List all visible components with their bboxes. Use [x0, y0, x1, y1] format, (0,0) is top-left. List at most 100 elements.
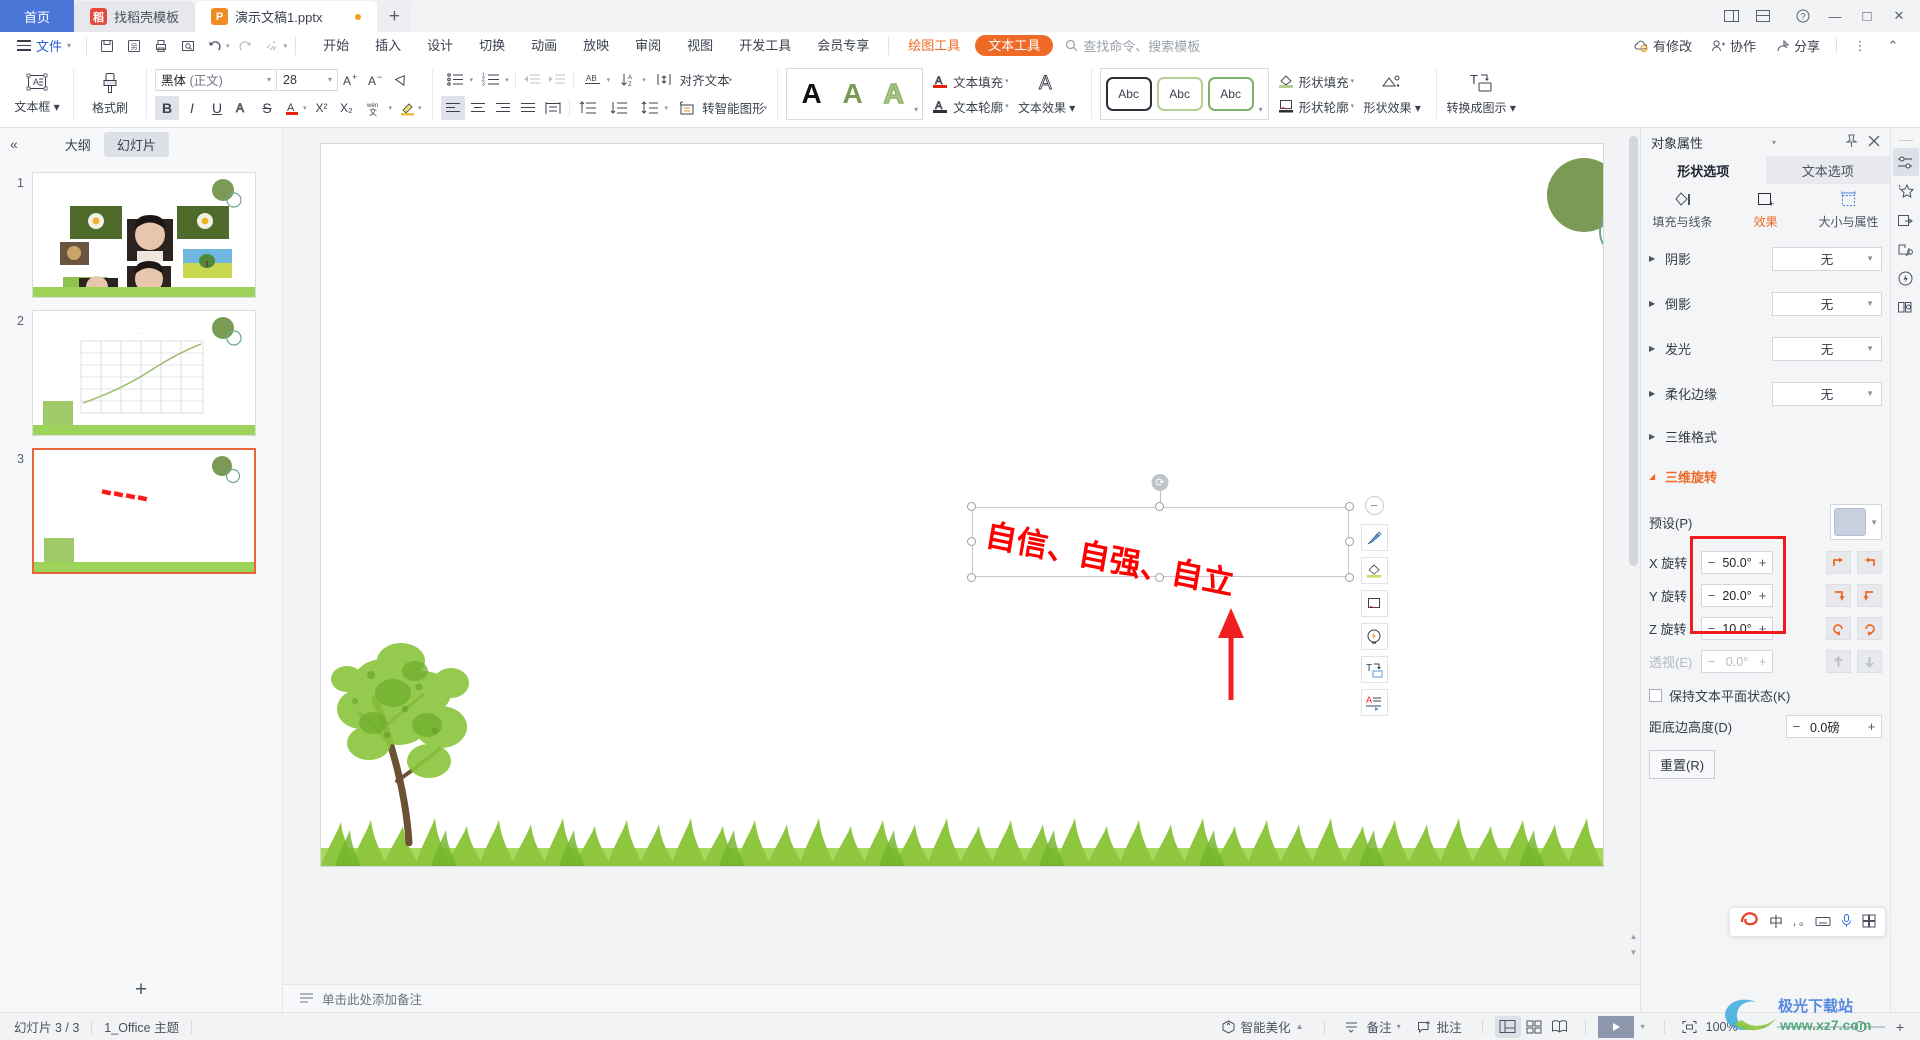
to-smartart-icon-button[interactable] — [671, 96, 701, 120]
canvas-area[interactable]: ⟳ 自信、自强、自立 − T A ▲ ▼ — [283, 128, 1640, 984]
shrink-font-button[interactable]: A − — [364, 68, 388, 92]
minimize-button[interactable]: — — [1820, 2, 1850, 30]
z-rotation-increase[interactable]: + — [1753, 618, 1772, 639]
effect-row-shadow[interactable]: ▶ 阴影 无 ▼ — [1649, 236, 1882, 281]
soft-edges-dropdown[interactable]: 无 ▼ — [1772, 381, 1882, 406]
reset-button[interactable]: 重置(R) — [1649, 750, 1716, 779]
x-rotation-decrease[interactable]: − — [1702, 552, 1721, 573]
font-color-button[interactable]: A — [280, 96, 304, 120]
tab-outline[interactable]: 大纲 — [52, 132, 104, 157]
rotate-y-up-button[interactable] — [1826, 584, 1851, 607]
decrease-indent-button[interactable] — [520, 68, 544, 92]
menu-item-view[interactable]: 视图 — [674, 34, 726, 58]
subscript-button[interactable]: X₂ — [335, 96, 359, 120]
format-brush-icon[interactable] — [1360, 524, 1388, 551]
chevron-down-icon[interactable]: ▾ — [1772, 138, 1776, 147]
shape-gallery-more-icon[interactable]: ▾ — [1259, 71, 1263, 117]
text-direction-dropdown-icon[interactable]: ▾ — [607, 76, 611, 84]
rotate-z-ccw-button[interactable] — [1826, 617, 1851, 640]
align-text-icon-button[interactable] — [649, 68, 679, 92]
list-item[interactable]: 1 — [0, 166, 282, 304]
menu-item-animation[interactable]: 动画 — [518, 34, 570, 58]
theme-label[interactable]: 1_Office 主题 — [104, 1017, 179, 1036]
mic-icon[interactable] — [1840, 913, 1853, 931]
font-name-input[interactable]: 黑体 (正文) ▾ — [155, 68, 277, 91]
add-slide-button[interactable]: + — [135, 978, 147, 1002]
notes-bar[interactable]: 单击此处添加备注 — [283, 984, 1640, 1012]
z-rotation-value[interactable]: 10.0° — [1721, 622, 1753, 636]
slideshow-dropdown-icon[interactable]: ▾ — [1634, 1022, 1652, 1031]
scroll-down-icon[interactable]: ▼ — [1628, 947, 1639, 958]
line-spacing-dropdown-icon[interactable]: ▾ — [665, 104, 669, 112]
notes-toggle-button[interactable]: 备注 ▾ — [1337, 1017, 1409, 1036]
x-rotation-increase[interactable]: + — [1753, 552, 1772, 573]
menu-item-developer[interactable]: 开发工具 — [726, 34, 804, 58]
transition-icon[interactable] — [1893, 206, 1919, 234]
wordart-gallery[interactable]: A A A ▾ — [786, 67, 924, 120]
space-before-button[interactable] — [574, 96, 604, 120]
start-slideshow-button[interactable] — [1597, 1015, 1634, 1038]
print-icon[interactable] — [147, 34, 174, 58]
slide-sorter-button[interactable] — [1521, 1016, 1547, 1038]
resize-handle-bl[interactable] — [966, 573, 976, 582]
undo-icon[interactable] — [201, 34, 228, 58]
pin-icon[interactable] — [1845, 134, 1858, 151]
section-3d-format[interactable]: ▶ 三维格式 — [1649, 416, 1882, 456]
shape-style-3[interactable]: Abc — [1207, 76, 1254, 111]
effect-row-soft-edges[interactable]: ▶ 柔化边缘 无 ▼ — [1649, 371, 1882, 416]
rotate-x-right-button[interactable] — [1857, 551, 1882, 574]
tab-document[interactable]: P 演示文稿1.pptx — [195, 1, 378, 32]
grow-font-button[interactable]: A + — [339, 68, 363, 92]
normal-view-button[interactable] — [1494, 1015, 1521, 1038]
align-left-button[interactable] — [440, 95, 465, 120]
highlight-dropdown-icon[interactable]: ▾ — [418, 104, 422, 112]
format-painter-button[interactable]: 格式刷 — [82, 64, 138, 124]
scrollbar-thumb[interactable] — [1629, 136, 1638, 566]
rotate-y-down-button[interactable] — [1857, 584, 1882, 607]
quick-style-icon[interactable] — [1360, 623, 1388, 650]
rotate-handle-icon[interactable]: ⟳ — [1151, 474, 1169, 491]
insert-textbox-button[interactable]: A 文本框 ▾ — [9, 64, 65, 124]
numbered-list-button[interactable]: 123 — [476, 68, 506, 92]
bullet-dropdown-icon[interactable]: ▾ — [470, 76, 474, 84]
tab-slides[interactable]: 幻灯片 — [103, 131, 169, 157]
keyboard-icon[interactable] — [1815, 914, 1831, 931]
wordart-style-1[interactable]: A — [791, 71, 832, 117]
resize-handle-tc[interactable] — [1155, 502, 1164, 511]
zoom-dropdown-icon[interactable]: ▾ — [1738, 1022, 1756, 1031]
x-rotation-stepper[interactable]: − 50.0° + — [1701, 551, 1773, 574]
effect-row-reflection[interactable]: ▶ 倒影 无 ▼ — [1649, 281, 1882, 326]
shape-fill-button[interactable]: 形状填充 ▾ — [1277, 72, 1357, 91]
menu-item-design[interactable]: 设计 — [414, 34, 466, 58]
menu-item-drawing-tools[interactable]: 绘图工具 — [895, 34, 973, 58]
chevron-right-icon[interactable]: ▶ — [1649, 344, 1659, 353]
shadow-dropdown[interactable]: 无 ▼ — [1772, 246, 1882, 271]
glow-dropdown[interactable]: 无 ▼ — [1772, 336, 1882, 361]
underline-button[interactable]: U — [205, 96, 229, 120]
menu-item-transition[interactable]: 切换 — [466, 34, 518, 58]
scroll-up-icon[interactable]: ▲ — [1628, 931, 1639, 942]
increase-indent-button[interactable] — [545, 68, 569, 92]
rotate-z-cw-button[interactable] — [1857, 617, 1882, 640]
chevron-right-icon[interactable]: ▶ — [1649, 432, 1659, 441]
align-text-dropdown-icon[interactable]: ▾ — [729, 76, 733, 84]
section-3d-rotation[interactable]: ◢ 三维旋转 — [1649, 456, 1882, 496]
help-icon[interactable]: ? — [1788, 2, 1818, 30]
shape-effects-button[interactable]: 形状效果 ▾ — [1356, 64, 1428, 124]
menu-item-slideshow[interactable]: 放映 — [570, 34, 622, 58]
line-spacing-button[interactable] — [636, 96, 666, 120]
panel-icon[interactable] — [1862, 914, 1876, 931]
shape-style-gallery[interactable]: Abc Abc Abc ▾ — [1099, 67, 1269, 120]
font-color-dropdown-icon[interactable]: ▾ — [303, 104, 307, 112]
z-rotation-decrease[interactable]: − — [1702, 618, 1721, 639]
close-button[interactable]: ✕ — [1884, 2, 1914, 30]
collapse-ribbon-icon[interactable]: ⌃ — [1878, 32, 1908, 60]
y-rotation-value[interactable]: 20.0° — [1721, 589, 1753, 603]
text-layout-icon[interactable]: A — [1360, 689, 1388, 716]
clear-format-button[interactable] — [389, 68, 413, 92]
file-menu-button[interactable]: 文件 ▾ — [8, 34, 80, 58]
superscript-button[interactable]: X² — [310, 96, 334, 120]
resource-library-icon[interactable] — [1893, 293, 1919, 321]
slide-canvas[interactable]: ⟳ 自信、自强、自立 − T A — [320, 144, 1603, 866]
effects-star-icon[interactable] — [1893, 177, 1919, 205]
